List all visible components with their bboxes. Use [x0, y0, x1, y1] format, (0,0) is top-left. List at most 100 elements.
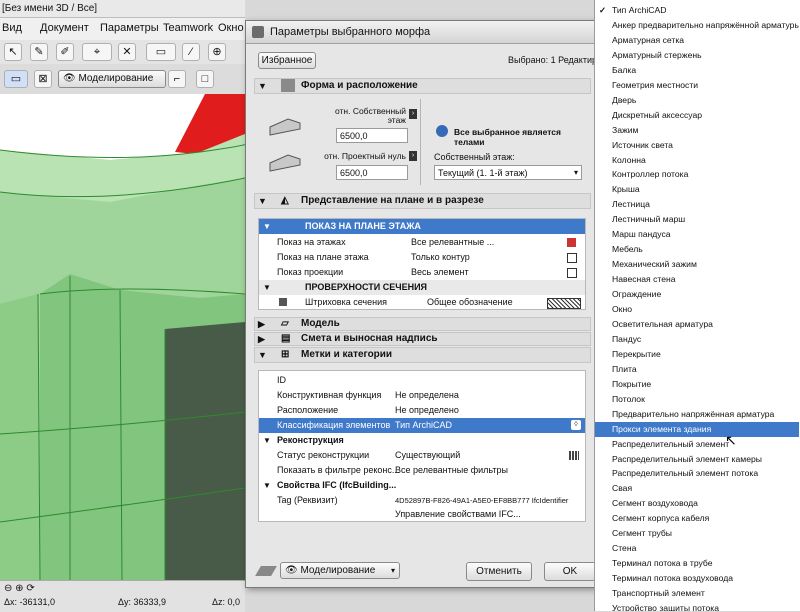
snap-icon[interactable]: ✕: [118, 43, 136, 61]
dropdown-item[interactable]: Контроллер потока: [595, 167, 799, 182]
dropdown-item[interactable]: ✓ Тип ArchiCAD: [595, 3, 799, 18]
cut-surfaces-header[interactable]: ▼ ПРОВЕРХНОСТИ СЕЧЕНИЯ: [259, 280, 585, 295]
dropdown-item[interactable]: Плита: [595, 362, 799, 377]
dropdown-item[interactable]: Мебель: [595, 242, 799, 257]
home-story-select[interactable]: Текущий (1. 1-й этаж) ▾: [434, 165, 582, 180]
table-row[interactable]: ID: [259, 373, 585, 388]
dropdown-item[interactable]: Геометрия местности: [595, 78, 799, 93]
filter-icon[interactable]: ⊕: [208, 43, 226, 61]
table-row[interactable]: Штриховка сечения Общее обозначение: [259, 295, 585, 310]
dropdown-item[interactable]: Потолок: [595, 392, 799, 407]
dropdown-item[interactable]: Терминал потока воздуховода: [595, 571, 799, 586]
base-offset-field[interactable]: 6500,0: [336, 165, 408, 180]
dropdown-item[interactable]: Перекрытие: [595, 347, 799, 362]
dropdown-arrow-icon[interactable]: ◊: [571, 420, 581, 430]
dropdown-item[interactable]: Крыша: [595, 182, 799, 197]
dropdown-item[interactable]: Арматурный стержень: [595, 48, 799, 63]
syringe-icon[interactable]: ✐: [56, 43, 74, 61]
dropdown-item-label: Крыша: [612, 184, 640, 195]
mode-select[interactable]: 👁 Моделирование: [58, 70, 166, 88]
dropdown-item[interactable]: Сегмент корпуса кабеля: [595, 511, 799, 526]
table-row[interactable]: Расположение Не определено: [259, 403, 585, 418]
dropdown-item[interactable]: Прокси элемента здания: [595, 421, 799, 437]
standard-toolbar: ↖ ✎ ✐ ⌖ ✕ ▭ ⁄ ⊕: [0, 40, 245, 65]
dropdown-item[interactable]: Механический зажим: [595, 257, 799, 272]
arrow-right-icon[interactable]: ›: [409, 109, 417, 119]
dropdown-item[interactable]: Распределительный элемент камеры: [595, 452, 799, 467]
section-tags-header[interactable]: ▼ ⊞ Метки и категории: [254, 347, 591, 363]
zoom-controls[interactable]: ⊖ ⊕ ⟳: [4, 583, 35, 594]
dropdown-item[interactable]: Пандус: [595, 332, 799, 347]
marquee-icon[interactable]: ⌖: [82, 43, 112, 61]
arrow-right-icon[interactable]: ›: [409, 151, 417, 161]
eyedropper-icon[interactable]: ✎: [30, 43, 48, 61]
dropdown-item-label: Дискретный аксессуар: [612, 109, 703, 120]
table-row[interactable]: Показ на плане этажа Только контур: [259, 250, 585, 265]
dropdown-item[interactable]: Лестница: [595, 197, 799, 212]
dropdown-item[interactable]: Анкер предварительно напряжённой арматур…: [595, 18, 799, 33]
select-tool-icon[interactable]: ▭: [4, 70, 28, 88]
floorplan-display-header[interactable]: ▼ ПОКАЗ НА ПЛАНЕ ЭТАЖА: [259, 219, 585, 234]
dropdown-item[interactable]: Окно: [595, 302, 799, 317]
dropdown-item[interactable]: Свая: [595, 481, 799, 496]
menu-item-document[interactable]: Документ: [40, 22, 89, 34]
classification-row[interactable]: Классификация элементов Тип ArchiCAD ◊: [259, 418, 585, 433]
section-listing-header[interactable]: ▶ ▤ Смета и выносная надпись: [254, 332, 591, 346]
ok-button[interactable]: OK: [544, 562, 596, 581]
dropdown-item[interactable]: Сегмент воздуховода: [595, 496, 799, 511]
dropdown-item[interactable]: Предварительно напряжённая арматура: [595, 407, 799, 422]
dropdown-item[interactable]: Дискретный аксессуар: [595, 108, 799, 123]
dropdown-item[interactable]: Распределительный элемент: [595, 437, 799, 452]
favorites-button[interactable]: Избранное: [258, 52, 316, 69]
info-icon: [436, 125, 448, 137]
table-row[interactable]: Показать в фильтре реконс... Все релевант…: [259, 463, 585, 478]
square-icon[interactable]: □: [196, 70, 214, 88]
dropdown-item[interactable]: Терминал потока в трубе: [595, 556, 799, 571]
table-row[interactable]: Tag (Реквизит) 4D52897B-F826-49A1-A5E0-EF…: [259, 493, 585, 508]
table-row[interactable]: Конструктивная функция Не определена: [259, 388, 585, 403]
section-floorplan-header[interactable]: ▼ ◭ Представление на плане и в разрезе: [254, 193, 591, 209]
layer-icon[interactable]: ▭: [146, 43, 176, 61]
table-row[interactable]: Показ на этажах Все релевантные ...: [259, 235, 585, 250]
manage-ifc-row[interactable]: Управление свойствами IFC...: [259, 507, 585, 522]
dropdown-item[interactable]: Транспортный элемент: [595, 586, 799, 601]
cancel-button[interactable]: Отменить: [466, 562, 532, 581]
chevron-down-icon: ▾: [573, 168, 578, 177]
3d-viewport[interactable]: [0, 94, 245, 580]
dropdown-item[interactable]: Покрытие: [595, 377, 799, 392]
ifc-header[interactable]: ▼ Свойства IFC (IfcBuilding...: [259, 478, 585, 493]
dropdown-item[interactable]: Марш пандуса: [595, 227, 799, 242]
dialog-titlebar[interactable]: Параметры выбранного морфа: [246, 21, 599, 44]
dropdown-item[interactable]: Лестничный марш: [595, 212, 799, 227]
dropdown-item[interactable]: Балка: [595, 63, 799, 78]
magic-wand-icon[interactable]: ⁄: [182, 43, 200, 61]
dropdown-item[interactable]: Колонна: [595, 153, 799, 168]
dropdown-item[interactable]: Зажим: [595, 123, 799, 138]
dropdown-item[interactable]: Ограждение: [595, 287, 799, 302]
dropdown-item[interactable]: Дверь: [595, 93, 799, 108]
top-offset-field[interactable]: 6500,0: [336, 128, 408, 143]
dropdown-item-label: Пандус: [612, 333, 642, 344]
dropdown-item[interactable]: Арматурная сетка: [595, 33, 799, 48]
menu-item-teamwork[interactable]: Teamwork: [163, 22, 213, 34]
step-icon[interactable]: ⌐: [168, 70, 186, 88]
dropdown-item[interactable]: Сегмент трубы: [595, 526, 799, 541]
dropdown-item[interactable]: Источник света: [595, 138, 799, 153]
dropdown-item[interactable]: Осветительная арматура: [595, 317, 799, 332]
crossing-icon[interactable]: ⊠: [34, 70, 52, 88]
layer-select[interactable]: 👁 Моделирование ▾: [280, 562, 400, 579]
pointer-icon[interactable]: ↖: [4, 43, 22, 61]
dropdown-item[interactable]: Устройство защиты потока: [595, 601, 799, 611]
menu-item-view[interactable]: Вид: [2, 22, 22, 34]
table-row[interactable]: Показ проекции Весь элемент: [259, 265, 585, 280]
dropdown-item[interactable]: Распределительный элемент потока: [595, 466, 799, 481]
table-row[interactable]: Статус реконструкции Существующий: [259, 448, 585, 463]
dropdown-item[interactable]: Навесная стена: [595, 272, 799, 287]
menu-item-options[interactable]: Параметры: [100, 22, 159, 34]
section-shape-header[interactable]: ▼ Форма и расположение: [254, 78, 591, 94]
menu-item-window[interactable]: Окно: [218, 22, 244, 34]
renovation-header[interactable]: ▼ Реконструкция: [259, 433, 585, 448]
dropdown-item-label: Прокси элемента здания: [612, 423, 712, 434]
dropdown-item[interactable]: Стена: [595, 541, 799, 556]
section-model-header[interactable]: ▶ ▱ Модель: [254, 317, 591, 331]
